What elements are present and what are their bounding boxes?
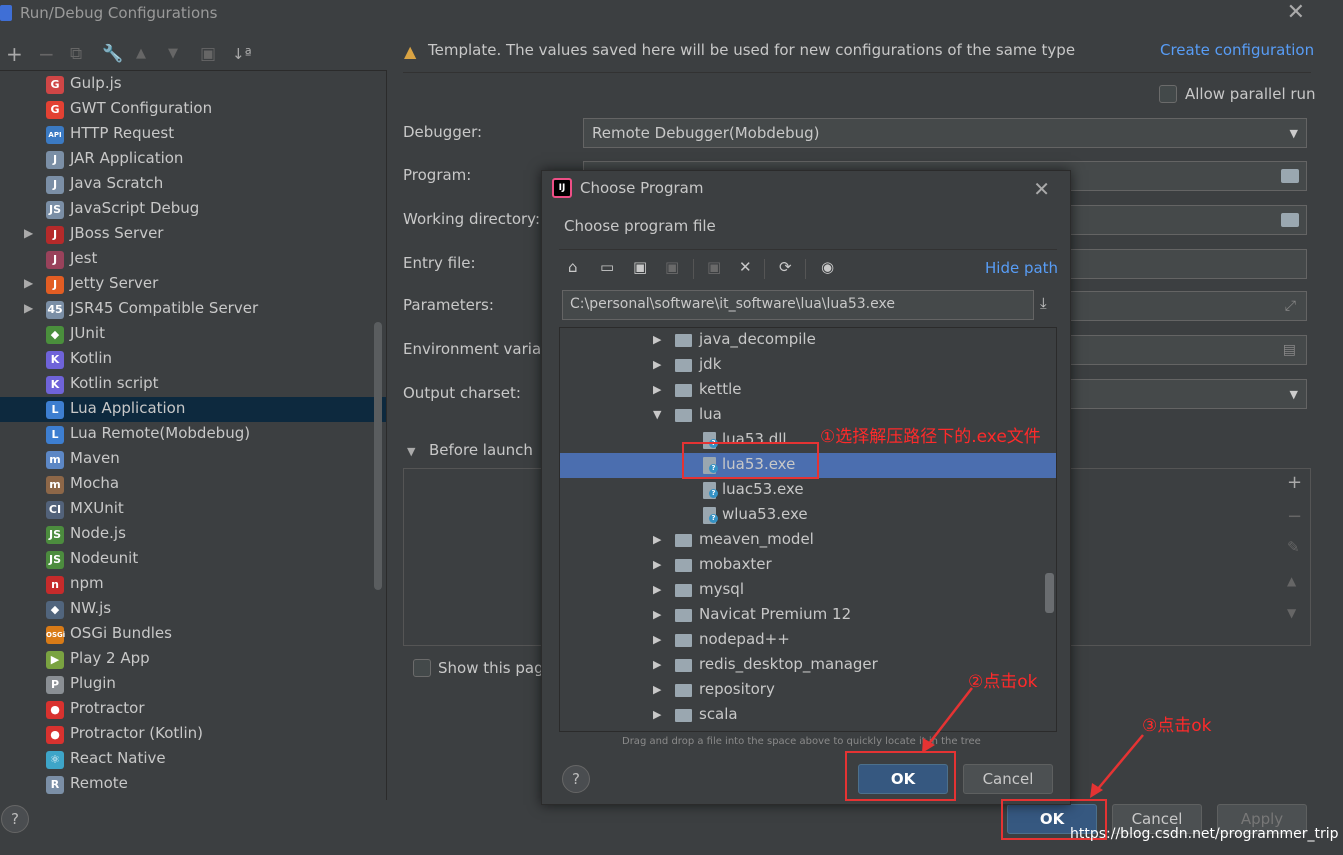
watermark: https://blog.csdn.net/programmer_trip	[1070, 826, 1339, 842]
annotation-arrows	[922, 687, 1144, 798]
